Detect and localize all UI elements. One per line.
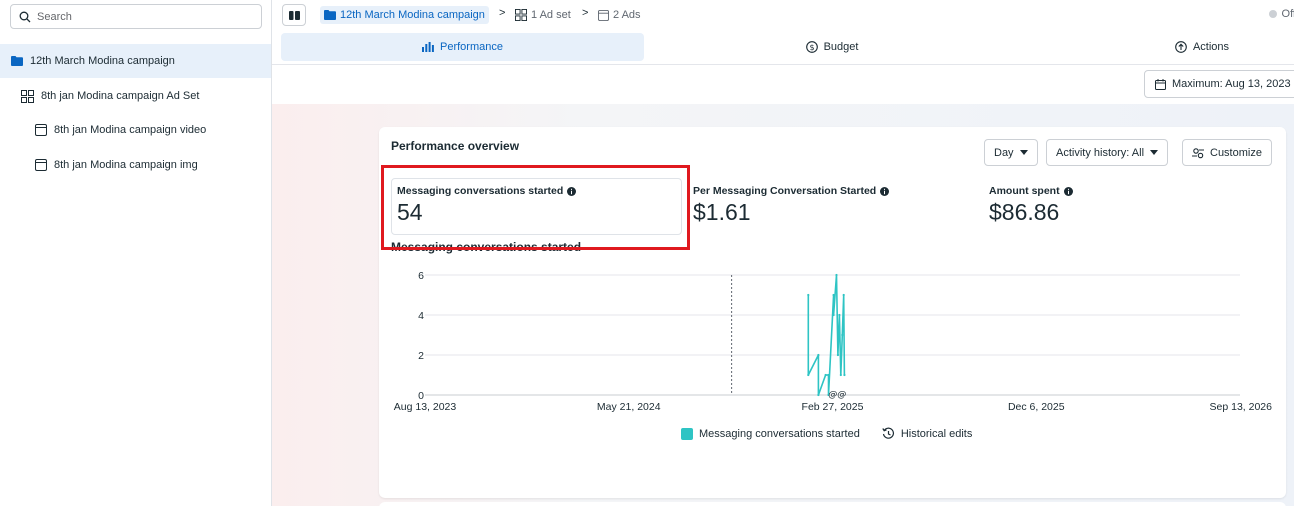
metric-cost-per-conversation[interactable]: Per Messaging Conversation Started $1.61: [693, 185, 890, 226]
edit-annotation-label: @@: [828, 390, 846, 400]
folder-icon: [324, 10, 336, 20]
tab-budget[interactable]: $ Budget: [644, 33, 1020, 61]
metric-value: 54: [397, 199, 423, 225]
search-input[interactable]: [37, 10, 237, 23]
tree-item-label: 8th jan Modina campaign video: [54, 124, 207, 136]
top-bar: 12th March Modina campaign > 1 Ad set > …: [272, 0, 1294, 30]
grid-icon: [21, 89, 34, 103]
series-line: [807, 274, 846, 396]
data-point: [832, 313, 835, 317]
calendar-icon: [1155, 78, 1166, 90]
y-tick-label: 6: [418, 270, 424, 282]
performance-overview-card: Performance overview Day Activity histor…: [379, 127, 1286, 498]
legend-swatch: [681, 427, 693, 440]
data-point: [817, 393, 820, 397]
breadcrumb-adset-label: 1 Ad set: [531, 9, 571, 21]
metric-value: $86.86: [989, 199, 1060, 225]
caret-down-icon: [1019, 150, 1028, 155]
tree-item-label: 8th jan Modina campaign Ad Set: [41, 90, 200, 102]
x-tick-label: Sep 13, 2026: [1210, 401, 1273, 413]
chart-legend: Messaging conversations started Historic…: [681, 427, 972, 440]
metric-value: $1.61: [693, 199, 751, 225]
status-toggle[interactable]: Off: [1268, 8, 1294, 20]
tree-item-label: 8th jan Modina campaign img: [54, 159, 198, 171]
data-point: [824, 373, 827, 377]
info-icon: [880, 186, 890, 196]
info-icon: [1063, 186, 1073, 196]
data-point: [842, 293, 845, 297]
date-range-label: Maximum: Aug 13, 2023 -: [1172, 78, 1294, 90]
svg-text:$: $: [809, 43, 814, 52]
x-tick-label: Feb 27, 2025: [802, 401, 864, 413]
y-tick-label: 4: [418, 310, 424, 322]
breadcrumb-separator: >: [582, 7, 589, 19]
date-range-button[interactable]: Maximum: Aug 13, 2023 -: [1144, 70, 1294, 98]
data-point: [827, 373, 830, 377]
panel-toggle-icon: [288, 10, 300, 20]
data-point: [836, 353, 840, 357]
customize-button[interactable]: Customize: [1182, 139, 1272, 166]
metric-messaging-conversations[interactable]: Messaging conversations started 54: [397, 185, 577, 226]
ad-icon: [35, 159, 47, 171]
breadcrumb-separator: >: [499, 7, 506, 19]
breadcrumb-ads-label: 2 Ads: [613, 9, 641, 21]
legend-series[interactable]: Messaging conversations started: [681, 427, 860, 440]
tree-item-ad-video[interactable]: 8th jan Modina campaign video: [0, 113, 271, 147]
x-tick-label: Dec 6, 2025: [1008, 401, 1065, 413]
search-box[interactable]: [10, 4, 262, 29]
grid-icon: [515, 9, 527, 21]
data-point: [838, 313, 841, 317]
info-icon: [567, 186, 577, 196]
arrow-up-circle-icon: [1175, 41, 1187, 53]
x-tick-label: Aug 13, 2023: [394, 401, 457, 413]
data-point: [807, 293, 810, 297]
legend-historical-edits[interactable]: Historical edits: [882, 427, 972, 440]
campaign-tree-sidebar: 12th March Modina campaign 8th jan Modin…: [0, 0, 272, 506]
data-point: [832, 293, 835, 297]
secondary-card: [379, 502, 1286, 506]
ad-icon: [598, 9, 609, 21]
tab-performance[interactable]: Performance: [281, 33, 644, 61]
caret-down-icon: [1150, 150, 1159, 155]
customize-gear-icon: [1192, 147, 1204, 159]
breadcrumb-ads[interactable]: 2 Ads: [598, 6, 641, 24]
activity-history-select[interactable]: Activity history: All: [1046, 139, 1169, 166]
tabs-divider: [272, 64, 1294, 65]
breadcrumb-campaign-label: 12th March Modina campaign: [340, 9, 485, 21]
breadcrumb-adset[interactable]: 1 Ad set: [515, 6, 571, 24]
toggle-sidebar-button[interactable]: [282, 4, 306, 26]
data-point: [843, 373, 846, 377]
breadcrumb-campaign[interactable]: 12th March Modina campaign: [320, 6, 489, 24]
status-dot-icon: [1268, 10, 1277, 18]
data-point: [817, 353, 820, 357]
data-point: [839, 373, 842, 377]
tab-actions[interactable]: Actions: [1020, 33, 1294, 61]
tree-item-adset[interactable]: 8th jan Modina campaign Ad Set: [0, 79, 271, 113]
ad-icon: [35, 124, 47, 136]
x-tick-label: May 21, 2024: [597, 401, 661, 413]
tree-item-campaign[interactable]: 12th March Modina campaign: [0, 44, 271, 78]
bar-chart-icon: [422, 42, 434, 52]
status-label: Off: [1281, 8, 1294, 20]
data-point: [841, 333, 844, 337]
card-title: Performance overview: [391, 139, 520, 153]
metric-amount-spent[interactable]: Amount spent $86.86: [989, 185, 1073, 226]
data-point: [807, 373, 810, 377]
dollar-circle-icon: $: [805, 41, 818, 53]
data-point: [835, 273, 838, 277]
tree-item-ad-img[interactable]: 8th jan Modina campaign img: [0, 148, 271, 182]
history-icon: [882, 427, 895, 440]
chart-title: Messaging conversations started: [391, 240, 582, 254]
y-tick-label: 2: [418, 350, 424, 362]
line-chart: 0246Aug 13, 2023 May 21, 2024 Feb 27, 2025…: [394, 270, 1273, 413]
day-select[interactable]: Day: [984, 139, 1038, 166]
search-icon: [19, 11, 31, 23]
folder-icon: [11, 56, 23, 66]
view-tabs: Performance $ Budget Actions: [272, 33, 1294, 61]
tree-item-label: 12th March Modina campaign: [30, 55, 175, 67]
